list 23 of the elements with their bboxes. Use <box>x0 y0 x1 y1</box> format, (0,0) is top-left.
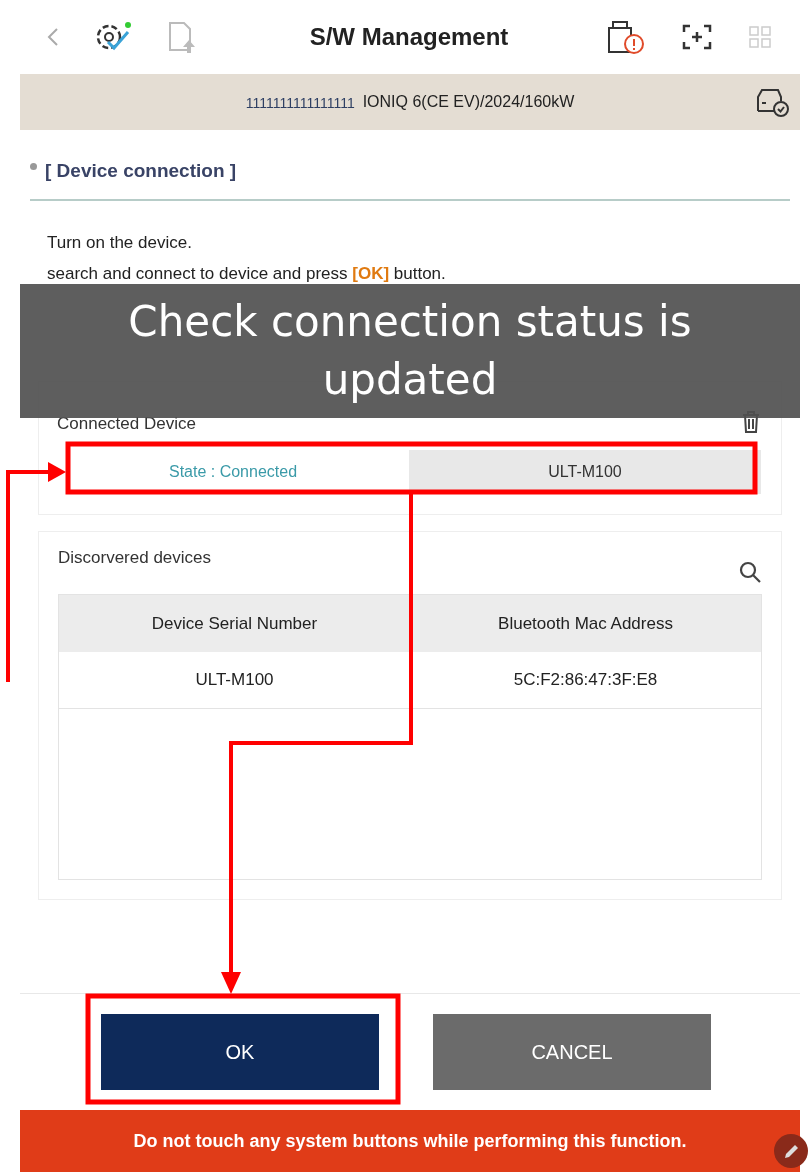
table-cell[interactable]: ULT-M100 <box>59 652 410 708</box>
cancel-button[interactable]: CANCEL <box>433 1014 711 1090</box>
column-header: Device Serial Number <box>150 612 319 635</box>
caption-text: Check connection status is updated <box>127 296 693 406</box>
car-check-icon[interactable] <box>754 87 790 117</box>
search-icon[interactable] <box>738 560 762 584</box>
instruction-text: Turn on the device. <box>47 232 193 254</box>
screen-title: S/W Management <box>309 23 509 51</box>
connection-state: State : Connected <box>167 462 299 482</box>
ok-button[interactable]: OK <box>101 1014 379 1090</box>
card-title: Discorvered devices <box>58 548 212 569</box>
scan-icon[interactable] <box>682 24 712 50</box>
section-title: [ Device connection ] <box>45 160 237 182</box>
card-title: Connected Device <box>57 414 196 434</box>
vehicle-model: IONIQ 6(CE EV)/2024/160kW <box>362 93 575 111</box>
column-header: Bluetooth Mac Address <box>497 612 674 635</box>
device-alert-icon[interactable] <box>606 19 646 55</box>
instruction-text: search and connect to device and press [OK] button. <box>47 263 447 285</box>
warning-text: Do not touch any system buttons while performing this function. <box>133 1130 687 1152</box>
pencil-icon[interactable] <box>774 1134 808 1168</box>
vin-number: 1111111111111111 <box>245 94 355 111</box>
table-cell[interactable]: 5C:F2:86:47:3F:E8 <box>410 652 761 708</box>
bullet-icon <box>30 162 37 170</box>
